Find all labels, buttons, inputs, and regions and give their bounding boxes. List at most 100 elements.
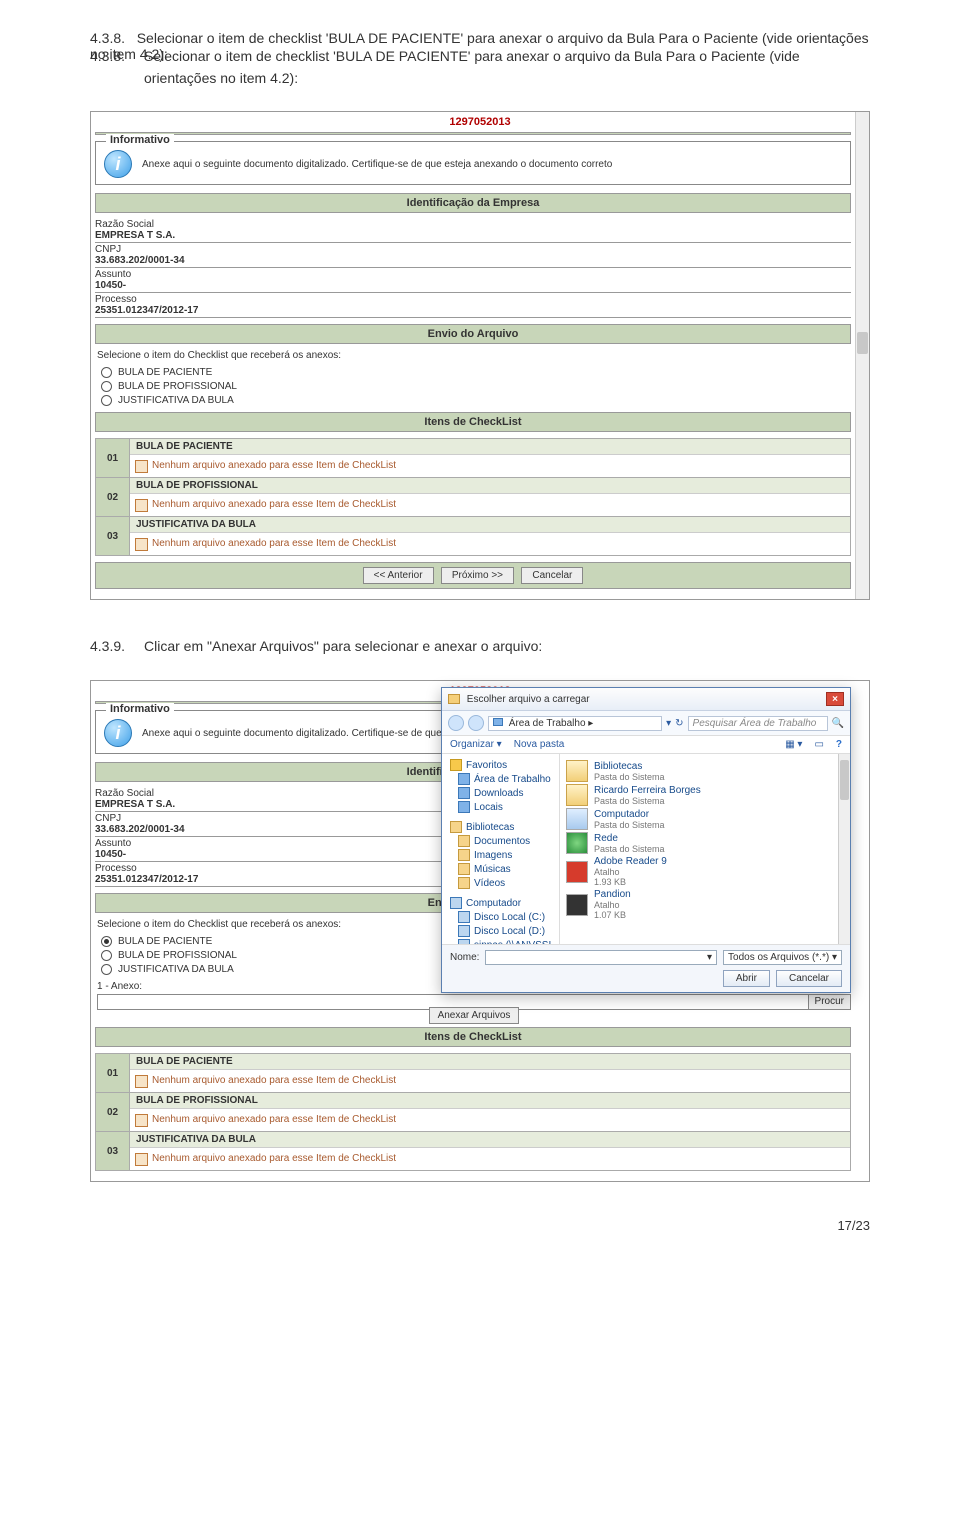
screenshot-2: 1297052013 Informativo i Anexe aqui o se… — [90, 680, 870, 1182]
panel-strip-top — [95, 132, 851, 135]
sidebar-item[interactable]: Músicas — [474, 864, 511, 875]
filetype-filter[interactable]: Todos os Arquivos (*.*) ▾ — [723, 950, 842, 965]
sidebar-item[interactable]: Disco Local (D:) — [474, 926, 545, 937]
item-size: 1.93 KB — [594, 877, 626, 887]
empresa-details: Razão Social EMPRESA T S.A. CNPJ 33.683.… — [95, 219, 851, 318]
radio-label-1: BULA DE PACIENTE — [118, 367, 212, 378]
file-open-dialog: Escolher arquivo a carregar × Área de Tr… — [441, 687, 851, 993]
library-folder-icon — [566, 760, 588, 782]
scrollbar-vertical[interactable] — [838, 754, 850, 944]
t1a: Selecionar o item de — [144, 48, 276, 64]
filter-text: Todos os Arquivos (*.*) — [728, 952, 829, 963]
list-item[interactable]: BibliotecasPasta do Sistema — [566, 760, 844, 782]
radio-label-2: BULA DE PROFISSIONAL — [118, 950, 237, 961]
sidebar-item[interactable]: Vídeos — [474, 878, 505, 889]
item-name: Ricardo Ferreira Borges — [594, 785, 701, 796]
folder-icon — [458, 849, 470, 861]
assunto-value: 10450- — [95, 280, 851, 291]
help-icon[interactable]: ? — [836, 739, 842, 750]
close-icon[interactable]: × — [826, 692, 844, 706]
cancelar-button[interactable]: Cancelar — [521, 567, 583, 584]
item-name: Pandion — [594, 889, 631, 900]
list-item[interactable]: RedePasta do Sistema — [566, 832, 844, 854]
protocol-number: 1297052013 — [91, 112, 869, 130]
sidebar-item[interactable]: Documentos — [474, 836, 530, 847]
computer-icon — [566, 808, 588, 830]
radio-icon[interactable] — [101, 395, 112, 406]
nav-fwd-icon[interactable] — [468, 715, 484, 731]
radio-bula-paciente[interactable]: BULA DE PACIENTE — [101, 367, 851, 378]
table-row: 03 JUSTIFICATIVA DA BULA Nenhum arquivo … — [95, 1132, 851, 1171]
list-item[interactable]: ComputadorPasta do Sistema — [566, 808, 844, 830]
dialog-title: Escolher arquivo a carregar — [467, 694, 590, 705]
itens-checklist-title: Itens de CheckList — [96, 413, 850, 431]
search-input[interactable]: Pesquisar Área de Trabalho — [688, 716, 828, 731]
row-header-2: BULA DE PROFISSIONAL — [130, 1093, 850, 1109]
sidebar-item[interactable]: sinpas (\\ANVSSI — [474, 940, 551, 945]
item-name: Computador — [594, 809, 665, 820]
sidebar-item[interactable]: Imagens — [474, 850, 512, 861]
sidebar-favoritos[interactable]: Favoritos — [466, 760, 507, 771]
radio-justificativa[interactable]: JUSTIFICATIVA DA BULA — [101, 395, 851, 406]
buttons-panel: << Anterior Próximo >> Cancelar — [95, 562, 851, 589]
dialog-file-list: BibliotecasPasta do Sistema Ricardo Ferr… — [560, 754, 850, 944]
heading-num-2: 4.3.9. — [90, 636, 144, 658]
envio-panel: Envio do Arquivo — [95, 324, 851, 344]
organize-menu[interactable]: Organizar ▾ — [450, 739, 502, 750]
star-icon — [450, 759, 462, 771]
sec1-a: Selecionar o item de — [137, 30, 269, 46]
list-item[interactable]: Adobe Reader 9Atalho1.93 KB — [566, 856, 844, 887]
item-name: Rede — [594, 833, 665, 844]
item-type: Atalho — [594, 867, 620, 877]
sidebar-item[interactable]: Área de Trabalho — [474, 774, 551, 785]
nav-back-icon[interactable] — [448, 715, 464, 731]
item-size: 1.07 KB — [594, 910, 626, 920]
identificacao-panel: Identificação da Empresa — [95, 193, 851, 213]
desktop-icon — [493, 718, 503, 726]
sidebar-computador[interactable]: Computador — [466, 898, 521, 909]
folder-icon — [458, 877, 470, 889]
list-item[interactable]: PandionAtalho1.07 KB — [566, 889, 844, 920]
path-box[interactable]: Área de Trabalho ▸ — [488, 716, 662, 731]
scrollbar-thumb[interactable] — [840, 760, 849, 800]
filename-label: Nome: — [450, 952, 479, 963]
proximo-button[interactable]: Próximo >> — [441, 567, 514, 584]
sidebar-item[interactable]: Downloads — [474, 788, 523, 799]
anterior-button[interactable]: << Anterior — [363, 567, 434, 584]
folder-open-icon — [448, 694, 460, 704]
assunto-label: Assunto — [95, 269, 851, 280]
scrollbar-thumb[interactable] — [857, 332, 868, 354]
sidebar-bibliotecas[interactable]: Bibliotecas — [466, 822, 514, 833]
radio-icon[interactable] — [101, 936, 112, 947]
view-icons-button[interactable]: ▦ ▾ — [785, 739, 802, 750]
checklist-select-block: Selecione o item do Checklist que recebe… — [97, 350, 851, 406]
radio-icon[interactable] — [101, 964, 112, 975]
search-icon[interactable]: 🔍 — [832, 718, 844, 729]
heading-text-1: Selecionar o item de checklist 'BULA DE … — [144, 46, 870, 89]
nova-pasta-button[interactable]: Nova pasta — [514, 739, 565, 750]
item-type: Pasta do Sistema — [594, 820, 665, 830]
radio-icon[interactable] — [101, 381, 112, 392]
radio-bula-profissional[interactable]: BULA DE PROFISSIONAL — [101, 381, 851, 392]
row-msg-3: Nenhum arquivo anexado para esse Item de… — [130, 1148, 850, 1170]
radio-icon[interactable] — [101, 950, 112, 961]
sidebar-item[interactable]: Locais — [474, 802, 503, 813]
table-row: 02 BULA DE PROFISSIONAL Nenhum arquivo a… — [95, 1093, 851, 1132]
scrollbar-vertical[interactable] — [855, 112, 869, 599]
list-item[interactable]: Ricardo Ferreira BorgesPasta do Sistema — [566, 784, 844, 806]
procurar-button[interactable]: Procur — [808, 994, 851, 1010]
downloads-icon — [458, 787, 470, 799]
sidebar-item[interactable]: Disco Local (C:) — [474, 912, 545, 923]
abrir-button[interactable]: Abrir — [723, 970, 770, 987]
row-num-3: 03 — [96, 517, 130, 555]
row-num-3: 03 — [96, 1132, 130, 1170]
informativo-legend: Informativo — [106, 134, 174, 146]
row-msg-2: Nenhum arquivo anexado para esse Item de… — [130, 1109, 850, 1131]
radio-icon[interactable] — [101, 367, 112, 378]
anexar-arquivos-button[interactable]: Anexar Arquivos — [429, 1007, 520, 1024]
preview-pane-icon[interactable]: ▭ — [814, 739, 823, 750]
filename-input[interactable]: ▾ — [485, 950, 717, 965]
section-num-text: 4.3.8. — [90, 30, 125, 46]
cancelar-button[interactable]: Cancelar — [776, 970, 842, 987]
heading-num-1: 4.3.8. — [90, 46, 144, 89]
